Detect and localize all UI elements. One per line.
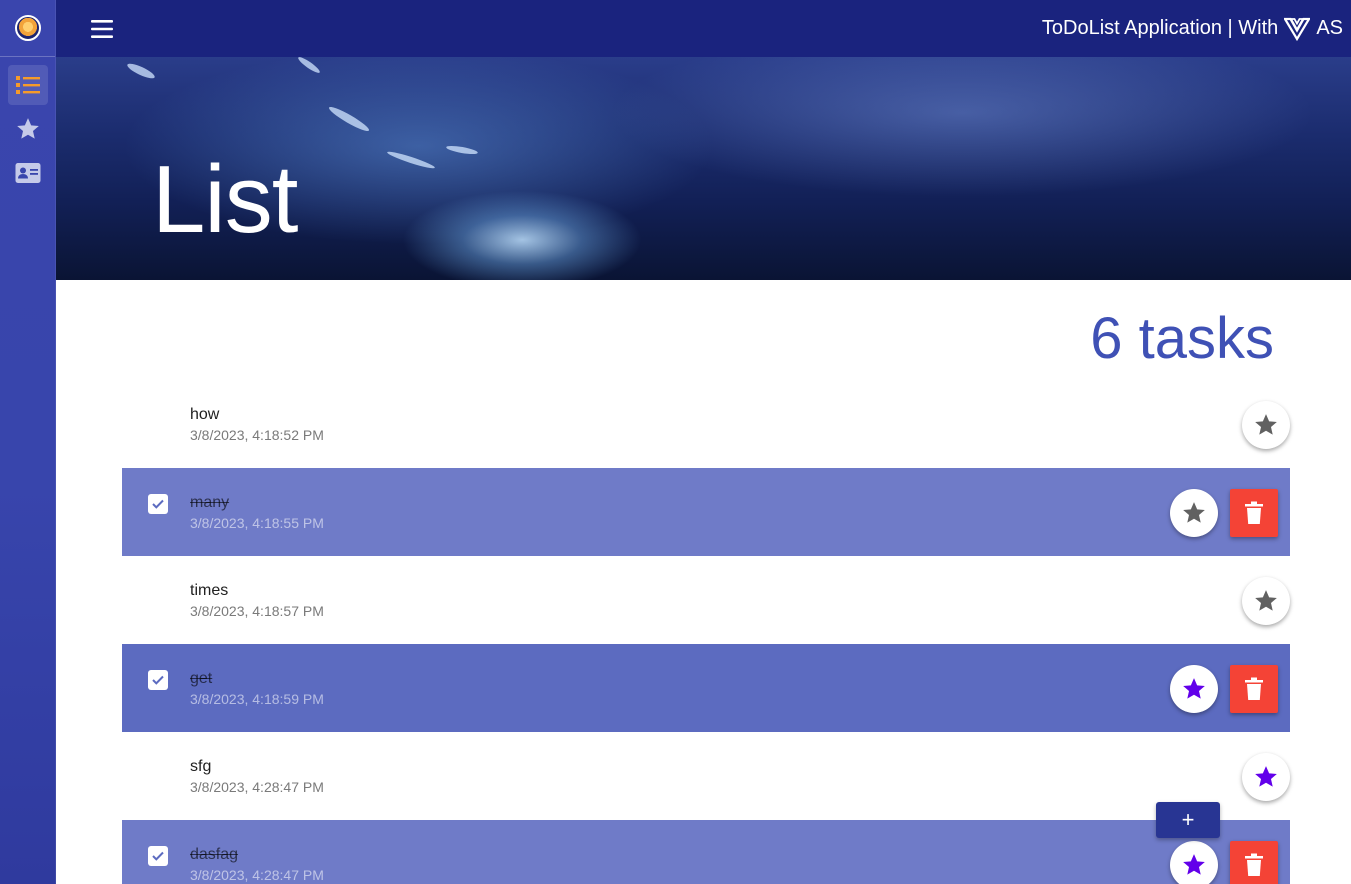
top-app-bar: ToDoList Application | With AS — [56, 0, 1351, 57]
check-icon — [152, 675, 164, 685]
task-date: 3/8/2023, 4:18:55 PM — [190, 515, 324, 531]
star-icon — [1255, 590, 1277, 611]
task-date: 3/8/2023, 4:18:52 PM — [190, 427, 324, 443]
star-button[interactable] — [1170, 489, 1218, 537]
star-icon — [1255, 766, 1277, 787]
star-icon — [1183, 678, 1205, 699]
trash-icon — [1245, 501, 1263, 524]
app-root: ToDoList Application | With AS List 6 ta… — [0, 0, 1351, 884]
task-title: how — [190, 406, 220, 423]
task-list: how 3/8/2023, 4:18:52 PM many 3/8/2023, … — [122, 380, 1290, 884]
trash-icon — [1245, 677, 1263, 700]
hero-wave-highlight — [445, 144, 479, 156]
hamburger-menu-icon — [91, 19, 113, 38]
add-label: + — [1181, 807, 1195, 832]
task-title: get — [190, 670, 213, 687]
task-date: 3/8/2023, 4:18:57 PM — [190, 603, 324, 619]
hero-banner: List — [56, 57, 1351, 280]
task-row[interactable]: many 3/8/2023, 4:18:55 PM — [122, 468, 1290, 556]
task-checkbox[interactable] — [148, 846, 168, 866]
star-icon — [1183, 502, 1205, 523]
task-title: dasfag — [190, 846, 239, 863]
list-icon — [15, 76, 40, 94]
star-icon — [1255, 414, 1277, 435]
task-text: how 3/8/2023, 4:18:52 PM — [190, 406, 324, 443]
add-task-button[interactable]: + — [1156, 802, 1220, 838]
app-title-text: ToDoList Application | With — [1041, 17, 1279, 39]
app-title: ToDoList Application | With AS — [1042, 17, 1343, 41]
check-icon — [152, 499, 164, 509]
delete-button[interactable] — [1230, 841, 1278, 884]
task-checkbox[interactable] — [148, 670, 168, 690]
task-checkbox[interactable] — [148, 494, 168, 514]
sidebar-header — [0, 0, 55, 57]
task-title: sfg — [190, 758, 212, 775]
contact-card-icon — [15, 163, 40, 183]
app-logo — [14, 15, 41, 41]
task-text: sfg 3/8/2023, 4:28:47 PM — [190, 758, 324, 795]
sidebar-item-about[interactable] — [8, 153, 48, 193]
delete-button[interactable] — [1230, 665, 1278, 713]
task-text: dasfag 3/8/2023, 4:28:47 PM — [190, 846, 324, 883]
page-title: List — [152, 146, 298, 253]
vue-logo-icon — [1284, 17, 1311, 41]
sidebar-item-list[interactable] — [7, 65, 48, 105]
task-text: get 3/8/2023, 4:18:59 PM — [190, 670, 324, 707]
star-icon — [16, 118, 39, 139]
task-date: 3/8/2023, 4:28:47 PM — [190, 867, 324, 883]
hero-wave-highlight — [386, 149, 436, 171]
star-icon — [1183, 854, 1205, 875]
task-text: many 3/8/2023, 4:18:55 PM — [190, 494, 324, 531]
hero-wave-highlight — [327, 104, 371, 134]
sidebar-item-starred[interactable] — [8, 109, 48, 149]
task-text: times 3/8/2023, 4:18:57 PM — [190, 582, 324, 619]
task-date: 3/8/2023, 4:28:47 PM — [190, 779, 324, 795]
hero-wave-highlight — [296, 57, 322, 75]
app-title-suffix: AS — [1316, 17, 1343, 39]
sidebar — [0, 0, 56, 884]
task-row[interactable]: dasfag 3/8/2023, 4:28:47 PM — [122, 820, 1290, 884]
star-button[interactable] — [1242, 753, 1290, 801]
trash-icon — [1245, 853, 1263, 876]
task-row[interactable]: get 3/8/2023, 4:18:59 PM — [122, 644, 1290, 732]
menu-button[interactable] — [78, 5, 126, 53]
task-row[interactable]: how 3/8/2023, 4:18:52 PM — [122, 380, 1290, 468]
task-title: many — [190, 494, 230, 511]
delete-button[interactable] — [1230, 489, 1278, 537]
task-date: 3/8/2023, 4:18:59 PM — [190, 691, 324, 707]
task-title: times — [190, 582, 229, 599]
check-icon — [152, 851, 164, 861]
task-row[interactable]: times 3/8/2023, 4:18:57 PM — [122, 556, 1290, 644]
task-count: 6 tasks — [1090, 306, 1274, 371]
task-row[interactable]: sfg 3/8/2023, 4:28:47 PM — [122, 732, 1290, 820]
star-button[interactable] — [1170, 665, 1218, 713]
star-button[interactable] — [1242, 401, 1290, 449]
star-button[interactable] — [1242, 577, 1290, 625]
hero-wave-highlight — [125, 61, 157, 81]
star-button[interactable] — [1170, 841, 1218, 884]
